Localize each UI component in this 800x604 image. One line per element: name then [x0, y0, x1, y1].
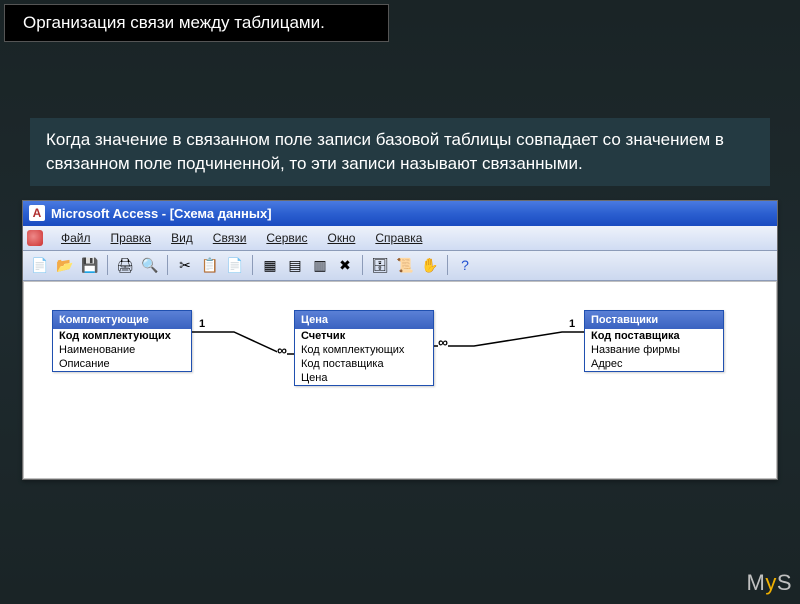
menu-tools[interactable]: Сервис: [256, 229, 317, 247]
watermark: MyS: [746, 570, 792, 596]
tb-hand-icon[interactable]: ✋: [419, 254, 441, 276]
table-price[interactable]: Цена Счетчик Код комплектующих Код поста…: [294, 310, 434, 386]
table-field[interactable]: Наименование: [53, 343, 191, 357]
table-field[interactable]: Цена: [295, 371, 433, 385]
menu-view[interactable]: Вид: [161, 229, 203, 247]
table-field[interactable]: Название фирмы: [585, 343, 723, 357]
tb-delete-icon[interactable]: ✖: [334, 254, 356, 276]
slide-paragraph: Когда значение в связанном поле записи б…: [30, 118, 770, 186]
tb-separator: [107, 255, 108, 275]
table-suppliers[interactable]: Поставщики Код поставщика Название фирмы…: [584, 310, 724, 372]
table-field[interactable]: Счетчик: [295, 329, 433, 343]
menu-edit[interactable]: Правка: [101, 229, 162, 247]
access-screenshot: A Microsoft Access - [Схема данных] Файл…: [22, 200, 778, 480]
table-field[interactable]: Адрес: [585, 357, 723, 371]
table-field[interactable]: Код поставщика: [585, 329, 723, 343]
relationships-canvas[interactable]: 1 ∞ ∞ 1 Комплектующие Код комплектующих …: [23, 281, 777, 479]
table-components[interactable]: Комплектующие Код комплектующих Наименов…: [52, 310, 192, 372]
access-app-icon: A: [29, 205, 45, 221]
tb-separator: [167, 255, 168, 275]
tb-save-icon[interactable]: 💾: [79, 254, 101, 276]
window-title: Microsoft Access - [Схема данных]: [51, 206, 272, 221]
tb-copy-icon[interactable]: 📋: [199, 254, 221, 276]
cardinality-one: 1: [199, 318, 205, 330]
toolbar: 📄 📂 💾 🖨 🔍 ✂ 📋 📄 ▦ ▤ ▥ ✖ 🗄 📜 ✋ ?: [23, 251, 777, 281]
table-header[interactable]: Поставщики: [585, 311, 723, 329]
tb-separator: [252, 255, 253, 275]
menu-relationships[interactable]: Связи: [203, 229, 257, 247]
cardinality-many: ∞: [438, 334, 448, 350]
table-header[interactable]: Комплектующие: [53, 311, 191, 329]
cardinality-one: 1: [569, 318, 575, 330]
menu-file[interactable]: Файл: [51, 229, 101, 247]
tb-preview-icon[interactable]: 🔍: [139, 254, 161, 276]
titlebar: A Microsoft Access - [Схема данных]: [23, 201, 777, 226]
tb-new-icon[interactable]: 📄: [29, 254, 51, 276]
cardinality-many: ∞: [277, 342, 287, 358]
tb-script-icon[interactable]: 📜: [394, 254, 416, 276]
table-field[interactable]: Описание: [53, 357, 191, 371]
table-header[interactable]: Цена: [295, 311, 433, 329]
menubar-control-icon[interactable]: [27, 230, 43, 246]
table-field[interactable]: Код поставщика: [295, 357, 433, 371]
table-field[interactable]: Код комплектующих: [295, 343, 433, 357]
tb-separator: [362, 255, 363, 275]
tb-open-icon[interactable]: 📂: [54, 254, 76, 276]
tb-cut-icon[interactable]: ✂: [174, 254, 196, 276]
menu-help[interactable]: Справка: [365, 229, 432, 247]
tb-db-icon[interactable]: 🗄: [369, 254, 391, 276]
table-field[interactable]: Код комплектующих: [53, 329, 191, 343]
tb-showall-icon[interactable]: ▥: [309, 254, 331, 276]
tb-showdirect-icon[interactable]: ▤: [284, 254, 306, 276]
tb-help-icon[interactable]: ?: [454, 254, 476, 276]
tb-showtable-icon[interactable]: ▦: [259, 254, 281, 276]
tb-separator: [447, 255, 448, 275]
tb-paste-icon[interactable]: 📄: [224, 254, 246, 276]
slide-title: Организация связи между таблицами.: [4, 4, 389, 42]
menubar: Файл Правка Вид Связи Сервис Окно Справк…: [23, 226, 777, 251]
tb-print-icon[interactable]: 🖨: [114, 254, 136, 276]
menu-window[interactable]: Окно: [317, 229, 365, 247]
